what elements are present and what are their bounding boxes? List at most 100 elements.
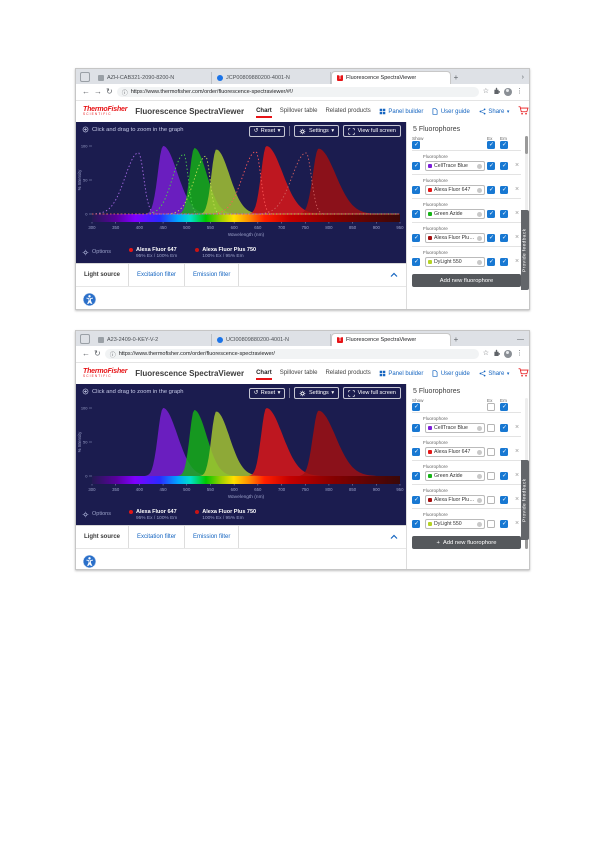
show-checkbox[interactable]: [412, 424, 420, 432]
remove-icon[interactable]: ×: [513, 472, 521, 480]
fluorophore-name-field[interactable]: Alexa Fluor Plus 750: [425, 495, 485, 505]
remove-icon[interactable]: ×: [513, 234, 521, 242]
em-all-checkbox[interactable]: [500, 403, 508, 411]
tab-excitation-filter[interactable]: Excitation filter: [129, 264, 186, 286]
url-field[interactable]: ⓘ https://www.thermofisher.com/order/flu…: [116, 87, 479, 97]
browser-tab-1[interactable]: A23-2409-0-KEY-V-2: [93, 334, 212, 346]
info-icon[interactable]: [477, 211, 482, 217]
settings-button[interactable]: Settings ▾: [294, 125, 340, 137]
url-field[interactable]: ⓘ https://www.thermofisher.com/order/flu…: [104, 349, 479, 359]
tab-spillover-table[interactable]: Spillover table: [280, 368, 318, 380]
legend-item[interactable]: Alexa Fluor 647 95% Ex / 100% Em: [128, 247, 177, 260]
thermofisher-logo[interactable]: ThermoFisher SCIENTIFIC: [83, 106, 127, 116]
browser-tab-2[interactable]: UCI00809880200-4001-N: [212, 334, 331, 346]
ex-checkbox[interactable]: [487, 186, 495, 194]
bookmark-star-icon[interactable]: ☆: [483, 349, 489, 359]
user-guide-link[interactable]: User guide: [432, 370, 470, 377]
show-checkbox[interactable]: [412, 472, 420, 480]
ex-checkbox[interactable]: [487, 472, 495, 480]
info-icon[interactable]: [477, 235, 482, 241]
cart-button[interactable]: [518, 368, 529, 379]
show-checkbox[interactable]: [412, 258, 420, 266]
fluorophore-name-field[interactable]: Alexa Fluor Plus 750: [425, 233, 485, 243]
remove-icon[interactable]: ×: [513, 258, 521, 266]
info-icon[interactable]: [477, 473, 482, 479]
fullscreen-button[interactable]: View full screen: [343, 125, 401, 137]
em-checkbox[interactable]: [500, 186, 508, 194]
browser-tab-1[interactable]: AZH-CAB321-2090-8200-N: [93, 72, 212, 84]
ex-all-checkbox[interactable]: [487, 403, 495, 411]
options-button[interactable]: Options: [82, 249, 111, 256]
extensions-icon[interactable]: [493, 87, 501, 98]
fluorophore-name-field[interactable]: Green Azide: [425, 471, 485, 481]
browser-tab-spectraviewer[interactable]: T Fluorescence SpectraViewer: [331, 333, 451, 346]
em-all-checkbox[interactable]: [500, 141, 508, 149]
tab-search-icon[interactable]: [80, 72, 90, 82]
new-tab-button[interactable]: +: [451, 72, 461, 84]
em-checkbox[interactable]: [500, 472, 508, 480]
spectra-chart[interactable]: 300 350 400 450 500 550 600 650 700 750 800 850 900 9…: [76, 122, 406, 263]
em-checkbox[interactable]: [500, 520, 508, 528]
ex-checkbox[interactable]: [487, 210, 495, 218]
tab-emission-filter[interactable]: Emission filter: [185, 264, 240, 286]
bookmark-star-icon[interactable]: ☆: [483, 87, 489, 97]
ex-checkbox[interactable]: [487, 162, 495, 170]
remove-icon[interactable]: ×: [513, 496, 521, 504]
settings-button[interactable]: Settings ▾: [294, 387, 340, 399]
tab-chart[interactable]: Chart: [256, 368, 272, 380]
info-icon[interactable]: [477, 425, 482, 431]
ex-checkbox[interactable]: [487, 520, 495, 528]
feedback-tab[interactable]: Provide feedback: [521, 460, 529, 540]
show-checkbox[interactable]: [412, 234, 420, 242]
extensions-icon[interactable]: [493, 349, 501, 360]
cart-button[interactable]: [518, 106, 529, 117]
legend-item[interactable]: Alexa Fluor Plus 750 100% Ex / 95% Em: [195, 509, 256, 522]
remove-icon[interactable]: ×: [513, 424, 521, 432]
tab-search-icon[interactable]: [80, 334, 90, 344]
collapse-button[interactable]: [390, 264, 406, 286]
fluorophore-name-field[interactable]: CellTrace Blue: [425, 423, 485, 433]
tab-overflow-chevron-icon[interactable]: ›: [522, 72, 526, 84]
tab-spillover-table[interactable]: Spillover table: [280, 106, 318, 118]
tab-emission-filter[interactable]: Emission filter: [185, 526, 240, 548]
back-icon[interactable]: ←: [82, 87, 90, 97]
legend-item[interactable]: Alexa Fluor 647 95% Ex / 100% Em: [128, 509, 177, 522]
ex-all-checkbox[interactable]: [487, 141, 495, 149]
fluorophore-name-field[interactable]: DyLight 550: [425, 257, 485, 267]
info-icon[interactable]: [477, 187, 482, 193]
remove-icon[interactable]: ×: [513, 162, 521, 170]
user-guide-link[interactable]: User guide: [432, 108, 470, 115]
em-checkbox[interactable]: [500, 448, 508, 456]
ex-checkbox[interactable]: [487, 496, 495, 504]
share-menu[interactable]: Share ▾: [479, 108, 509, 115]
thermofisher-logo[interactable]: ThermoFisher SCIENTIFIC: [83, 368, 127, 378]
tab-related-products[interactable]: Related products: [325, 368, 370, 380]
back-icon[interactable]: ←: [82, 349, 90, 359]
em-checkbox[interactable]: [500, 234, 508, 242]
tab-excitation-filter[interactable]: Excitation filter: [129, 526, 186, 548]
info-icon[interactable]: [477, 497, 482, 503]
new-tab-button[interactable]: +: [451, 334, 461, 346]
tab-light-source[interactable]: Light source: [76, 526, 130, 548]
window-minimize-icon[interactable]: —: [517, 334, 526, 346]
browser-tab-spectraviewer[interactable]: T Fluorescence SpectraViewer: [331, 71, 451, 84]
em-checkbox[interactable]: [500, 162, 508, 170]
em-checkbox[interactable]: [500, 496, 508, 504]
fluorophore-name-field[interactable]: CellTrace Blue: [425, 161, 485, 171]
collapse-button[interactable]: [390, 526, 406, 548]
remove-icon[interactable]: ×: [513, 448, 521, 456]
options-button[interactable]: Options: [82, 511, 111, 518]
info-icon[interactable]: [477, 449, 482, 455]
reload-icon[interactable]: ↻: [106, 87, 113, 97]
fluorophore-name-field[interactable]: Alexa Fluor 647: [425, 447, 485, 457]
show-checkbox[interactable]: [412, 210, 420, 218]
em-checkbox[interactable]: [500, 258, 508, 266]
show-all-checkbox[interactable]: [412, 403, 420, 411]
show-checkbox[interactable]: [412, 520, 420, 528]
ex-checkbox[interactable]: [487, 258, 495, 266]
share-menu[interactable]: Share ▾: [479, 370, 509, 377]
remove-icon[interactable]: ×: [513, 520, 521, 528]
fluorophore-name-field[interactable]: Alexa Fluor 647: [425, 185, 485, 195]
accessibility-widget[interactable]: [83, 555, 96, 568]
profile-avatar[interactable]: [504, 350, 512, 358]
